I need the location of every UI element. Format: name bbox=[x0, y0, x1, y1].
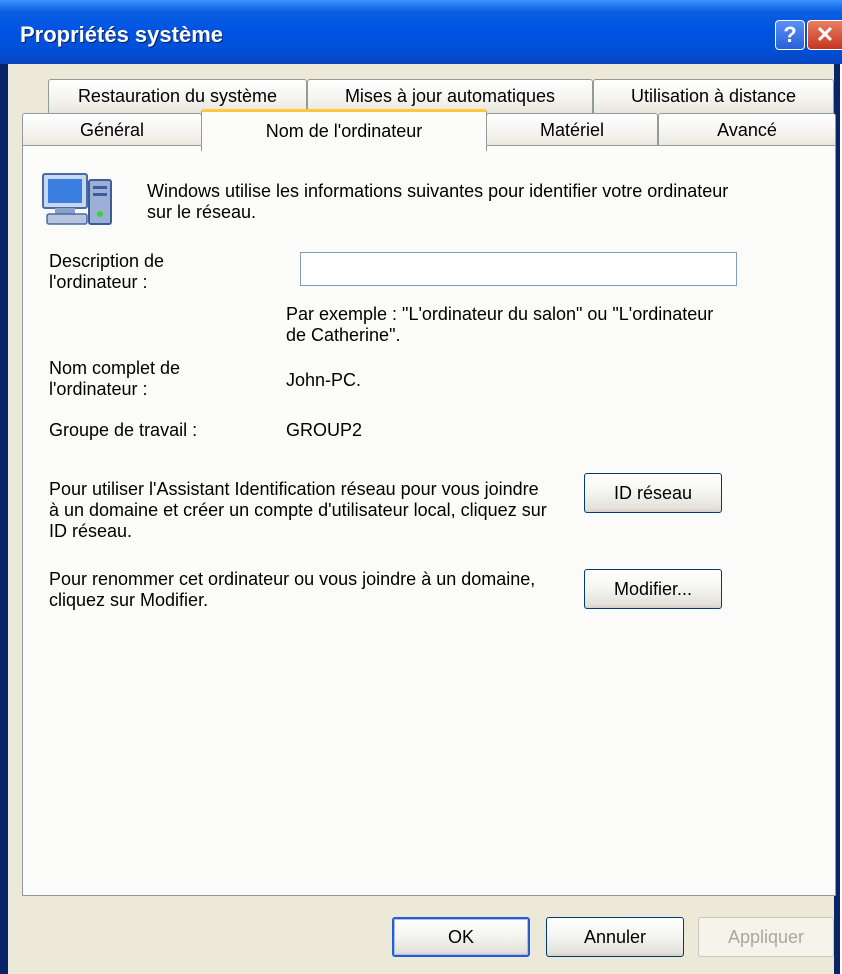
tab-label: Avancé bbox=[717, 120, 777, 140]
apply-button[interactable]: Appliquer bbox=[698, 917, 834, 957]
example-text: Par exemple : "L'ordinateur du salon" ou… bbox=[286, 304, 714, 345]
tab-label: Général bbox=[79, 120, 145, 140]
tab-avance[interactable]: Avancé bbox=[658, 113, 836, 147]
tab-utilisation-distance[interactable]: Utilisation à distance bbox=[593, 79, 834, 113]
tab-label: Mises à jour automatiques bbox=[344, 86, 556, 106]
title-bar[interactable]: Propriétés système ? ✕ bbox=[0, 0, 842, 64]
intro-text: Windows utilise les informations suivant… bbox=[147, 181, 729, 222]
cancel-button[interactable]: Annuler bbox=[546, 917, 684, 957]
workgroup-value: GROUP2 bbox=[286, 420, 363, 440]
tab-label: Nom de l'ordinateur bbox=[265, 121, 423, 141]
network-id-button[interactable]: ID réseau bbox=[584, 473, 722, 513]
tab-nom-ordinateur[interactable]: Nom de l'ordinateur bbox=[201, 109, 487, 151]
tab-general[interactable]: Général bbox=[22, 113, 202, 147]
tab-restauration-systeme[interactable]: Restauration du système bbox=[48, 79, 307, 113]
tab-label: Matériel bbox=[539, 120, 605, 140]
network-id-text: Pour utiliser l'Assistant Identification… bbox=[49, 479, 547, 541]
tab-materiel[interactable]: Matériel bbox=[486, 113, 658, 147]
tab-label: Restauration du système bbox=[77, 86, 278, 106]
close-button[interactable]: ✕ bbox=[807, 20, 842, 50]
dialog-body: Restauration du système Mises à jour aut… bbox=[8, 64, 836, 974]
window-title: Propriétés système bbox=[20, 22, 223, 47]
fullname-label: Nom complet de l'ordinateur : bbox=[49, 358, 181, 399]
description-input[interactable] bbox=[300, 252, 737, 286]
tab-panel: Windows utilise les informations suivant… bbox=[22, 145, 836, 896]
close-icon: ✕ bbox=[815, 22, 835, 47]
modify-button[interactable]: Modifier... bbox=[584, 569, 722, 609]
description-label: Description de l'ordinateur : bbox=[49, 251, 165, 292]
ok-button[interactable]: OK bbox=[392, 917, 530, 957]
fullname-value: John-PC. bbox=[286, 370, 362, 390]
system-properties-window: Propriétés système ? ✕ Restauration du s… bbox=[0, 0, 842, 974]
rename-text: Pour renommer cet ordinateur ou vous joi… bbox=[49, 569, 536, 610]
tab-label: Utilisation à distance bbox=[630, 86, 797, 106]
help-button[interactable]: ? bbox=[775, 20, 805, 50]
computer-network-icon bbox=[41, 172, 115, 230]
tab-mises-a-jour[interactable]: Mises à jour automatiques bbox=[307, 79, 593, 113]
help-icon: ? bbox=[783, 22, 797, 47]
workgroup-label: Groupe de travail : bbox=[49, 420, 198, 440]
